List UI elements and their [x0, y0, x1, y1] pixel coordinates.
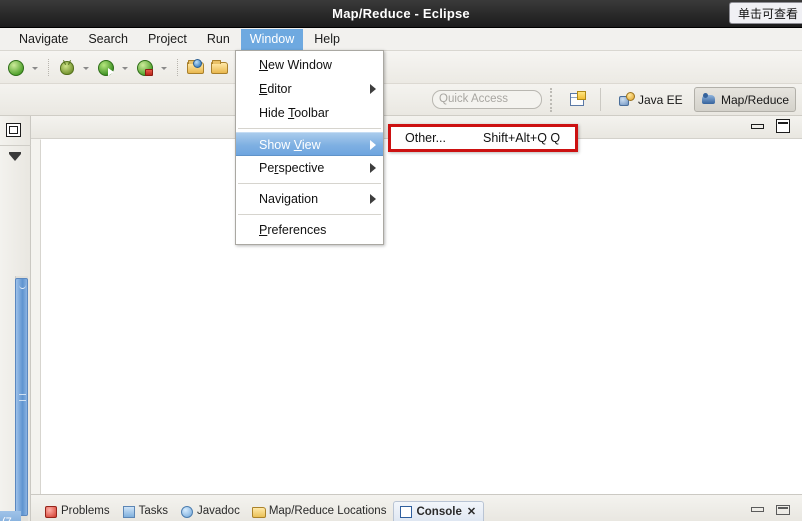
editor-area: [31, 116, 802, 494]
menu-item-label: Editor: [259, 82, 292, 96]
toolbar-drag-handle[interactable]: [550, 88, 553, 112]
minimize-icon[interactable]: [751, 124, 764, 129]
restore-icon[interactable]: [6, 123, 21, 137]
debug-dropdown-arrow[interactable]: [81, 57, 92, 79]
close-icon[interactable]: ✕: [467, 505, 476, 518]
hint-tooltip: 单击可查看: [728, 2, 802, 24]
menu-item-label: New Window: [259, 58, 332, 72]
show-view-submenu: Other... Shift+Alt+Q Q: [388, 124, 578, 152]
window-title: Map/Reduce - Eclipse: [332, 6, 470, 21]
bottom-tab-label: Map/Reduce Locations: [268, 505, 387, 517]
chevron-down-icon[interactable]: [9, 152, 21, 161]
menu-item-navigation[interactable]: Navigation: [236, 187, 383, 211]
java-ee-icon: [618, 91, 635, 108]
bottom-view-panel: Problems Tasks Javadoc Map/Reduce Locations…: [31, 494, 802, 521]
bottom-tab-label: Tasks: [138, 505, 168, 517]
menu-item-perspective[interactable]: Perspective: [236, 156, 383, 180]
open-perspective-icon[interactable]: [566, 89, 588, 111]
menu-item-hide-toolbar[interactable]: Hide Toolbar: [236, 101, 383, 125]
quick-access-input[interactable]: Quick Access: [432, 90, 542, 109]
menubar-item-navigate[interactable]: Navigate: [10, 29, 77, 51]
tasks-icon: [122, 505, 135, 518]
toolbar-separator: [177, 59, 179, 76]
menubar-item-search[interactable]: Search: [79, 29, 137, 51]
bottom-tab-label: Javadoc: [196, 505, 240, 517]
run-icon[interactable]: [95, 57, 117, 79]
bottom-tab-map-reduce-locations[interactable]: Map/Reduce Locations: [247, 502, 394, 521]
menubar-item-help[interactable]: Help: [305, 29, 349, 51]
bottom-tab-console[interactable]: Console ✕: [393, 501, 485, 521]
main-toolbar: [0, 51, 802, 84]
map-reduce-locations-icon: [251, 505, 266, 518]
toolbar-separator: [48, 59, 50, 76]
menu-item-accelerator: Shift+Alt+Q Q: [483, 131, 561, 145]
editor-canvas[interactable]: [40, 139, 802, 494]
menu-item-show-view[interactable]: Show View: [236, 132, 383, 156]
scrollbar-thumb[interactable]: [15, 278, 28, 516]
bottom-tab-label: Problems: [61, 505, 110, 517]
javadoc-icon: [180, 505, 193, 518]
external-tools-icon[interactable]: [5, 57, 27, 79]
divider: [0, 145, 31, 146]
open-resource-icon[interactable]: [185, 57, 207, 79]
perspective-label: Map/Reduce: [721, 92, 790, 107]
perspective-button-java-ee[interactable]: Java EE: [612, 87, 689, 112]
run-last-dropdown-arrow[interactable]: [159, 57, 170, 79]
menubar-item-run[interactable]: Run: [198, 29, 239, 51]
maximize-icon[interactable]: [776, 119, 790, 133]
perspective-button-map-reduce[interactable]: Map/Reduce: [694, 87, 797, 112]
perspective-label: Java EE: [638, 92, 683, 107]
menu-separator: [238, 214, 381, 215]
chevron-right-icon: [370, 84, 376, 94]
left-fast-view-bar: (7 0: [0, 116, 31, 521]
bottom-tab-label: Console: [416, 505, 462, 518]
menu-item-other[interactable]: Other... Shift+Alt+Q Q: [391, 127, 575, 149]
maximize-icon[interactable]: [776, 505, 790, 515]
menubar-item-project[interactable]: Project: [139, 29, 196, 51]
menu-item-label: Navigation: [259, 192, 319, 206]
window-title-bar: Map/Reduce - Eclipse: [0, 0, 802, 28]
chevron-right-icon: [370, 194, 376, 204]
menu-bar: Navigate Search Project Run Window Help: [0, 28, 802, 51]
console-icon: [399, 505, 413, 518]
menu-separator: [238, 183, 381, 184]
menu-item-label: Show View: [259, 138, 321, 152]
run-dropdown-arrow[interactable]: [120, 57, 131, 79]
bottom-tab-javadoc[interactable]: Javadoc: [175, 502, 247, 521]
menu-item-label: Other...: [405, 131, 446, 145]
window-menu-dropdown: New Window Editor Hide Toolbar Show View Per…: [235, 50, 384, 245]
chevron-right-icon: [370, 163, 376, 173]
bottom-tab-tasks[interactable]: Tasks: [117, 502, 175, 521]
left-view-tab[interactable]: (7: [0, 511, 21, 521]
menu-item-label: Preferences: [259, 223, 327, 237]
eclipse-window: Map/Reduce - Eclipse 单击可查看 Navigate Searc…: [0, 0, 802, 521]
menu-separator: [238, 128, 381, 129]
menu-item-label: Perspective: [259, 161, 325, 175]
quick-access-placeholder: Quick Access: [439, 93, 509, 105]
run-last-icon[interactable]: [134, 57, 156, 79]
menu-item-editor[interactable]: Editor: [236, 77, 383, 101]
map-reduce-icon: [701, 92, 717, 108]
problems-icon: [44, 505, 57, 518]
minimize-icon[interactable]: [751, 507, 764, 512]
menu-item-label: Hide Toolbar: [259, 106, 329, 120]
external-tools-dropdown-arrow[interactable]: [30, 57, 41, 79]
menubar-item-window[interactable]: Window: [240, 28, 304, 51]
menu-item-new-window[interactable]: New Window: [236, 53, 383, 77]
debug-icon[interactable]: [56, 57, 78, 79]
perspective-divider: [600, 88, 601, 111]
new-folder-icon[interactable]: [209, 57, 231, 79]
bottom-tab-problems[interactable]: Problems: [39, 502, 117, 521]
menu-item-preferences[interactable]: Preferences: [236, 218, 383, 242]
chevron-right-icon: [370, 140, 376, 150]
